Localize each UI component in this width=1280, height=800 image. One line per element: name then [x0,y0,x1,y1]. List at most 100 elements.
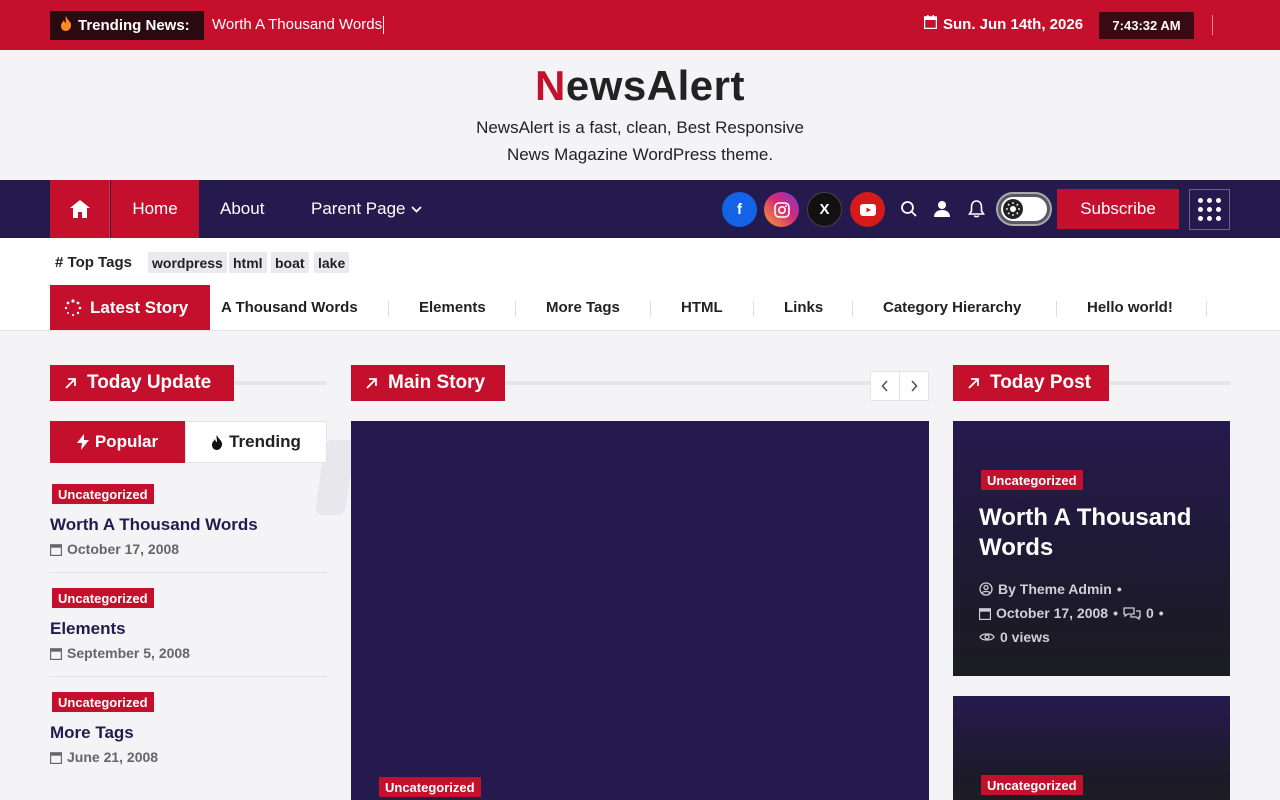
hash-icon: # [55,254,68,271]
category-badge[interactable]: Uncategorized [52,692,154,712]
tagline-line-2: News Magazine WordPress theme. [506,145,774,164]
trending-label-text: Trending News: [78,17,190,34]
comments-icon [1123,607,1141,620]
search-icon[interactable] [900,200,918,218]
nav-parent-label: Parent Page [311,199,406,218]
tag-link[interactable]: lake [314,252,350,273]
post-date-text: September 5, 2008 [67,645,190,661]
post-title-link[interactable]: Worth A Thousand Words [50,515,258,535]
home-icon-button[interactable] [50,180,110,238]
category-badge[interactable]: Uncategorized [52,588,154,608]
nav-home[interactable]: Home [111,180,199,238]
post-title-link[interactable]: Elements [50,619,126,639]
latest-story-ticker: A Thousand Words Elements More Tags HTML… [210,285,1280,330]
today-post-heading: Today Post [953,365,1109,401]
post-views: 0 views [979,629,1050,645]
post-author[interactable]: By Theme Admin • [979,581,1122,597]
category-badge[interactable]: Uncategorized [981,775,1083,795]
nav-about[interactable]: About [220,199,264,219]
arrow-up-right-icon [968,377,979,389]
ticker-divider [753,301,754,317]
tab-trending[interactable]: Trending [185,421,327,463]
latest-story-text: Latest Story [90,297,189,317]
logo-initial: N [535,62,566,109]
ticker-item[interactable]: Elements [419,299,486,316]
post-divider [50,572,327,573]
calendar-icon [50,647,62,660]
bell-icon[interactable] [968,200,986,218]
ticker-divider [650,301,651,317]
lightning-icon [76,434,89,450]
home-icon [69,200,90,218]
sun-icon [1003,199,1023,219]
post-meta-row: October 17, 2008 • 0 • [979,605,1164,621]
chevron-left-icon [881,380,888,392]
meta-dot: • [1116,581,1122,597]
today-post-text: Today Post [990,372,1091,393]
slider-next-button[interactable] [899,371,929,401]
x-twitter-button[interactable]: X [807,192,842,227]
ticker-divider [515,301,516,317]
tag-link[interactable]: wordpress [148,252,227,273]
eye-icon [979,633,995,641]
tab-popular[interactable]: Popular [50,421,185,463]
facebook-icon: f [737,201,742,218]
category-badge[interactable]: Uncategorized [379,777,481,797]
views-text: 0 views [1000,629,1050,645]
ticker-divider [852,301,853,317]
comments-count[interactable]: 0 [1146,605,1154,621]
subscribe-button[interactable]: Subscribe [1057,189,1179,229]
calendar-icon [979,607,991,620]
site-logo[interactable]: NewsAlert [0,62,1280,110]
post-title-link[interactable]: More Tags [50,723,134,743]
date-text: October 17, 2008 [996,605,1109,621]
author-text: By Theme Admin [998,581,1112,597]
tab-popular-label: Popular [94,432,159,451]
slider-prev-button[interactable] [870,371,900,401]
ticker-divider [388,301,389,317]
main-story-heading: Main Story [351,365,505,401]
tags-bar: # Top Tags wordpress html boat lake Late… [0,238,1280,331]
chevron-down-icon [410,205,422,213]
post-date: October 17, 2008 [50,541,179,557]
latest-story-label: Latest Story [50,285,210,330]
section-line [505,381,870,385]
current-date: Sun. Jun 14th, 2026 [923,15,1083,33]
apps-grid-icon[interactable] [1189,189,1230,230]
ticker-item[interactable]: HTML [681,299,723,316]
flame-icon [212,434,223,450]
ticker-item[interactable]: Links [784,299,823,316]
tag-link[interactable]: html [229,252,267,273]
tab-trending-label: Trending [229,432,301,451]
instagram-icon [773,201,790,218]
ticker-item[interactable]: Category Hierarchy [883,299,1021,316]
top-bar: Trending News: Worth A Thousand Words Su… [0,0,1280,50]
instagram-button[interactable] [764,192,799,227]
site-tagline: NewsAlert is a fast, clean, Best Respons… [460,114,820,168]
post-date-text: June 21, 2008 [67,749,159,765]
tag-link[interactable]: boat [271,252,309,273]
facebook-button[interactable]: f [722,192,757,227]
user-icon[interactable] [933,200,951,218]
trending-headline-link[interactable]: Worth A Thousand Words [212,16,385,34]
ticker-divider [1206,301,1207,317]
card-title-link[interactable]: Worth A Thousand Words [979,503,1209,563]
section-line [1109,381,1230,385]
youtube-button[interactable] [850,192,885,227]
top-tags-text: Top Tags [67,254,132,271]
arrow-up-right-icon [366,377,377,389]
user-circle-icon [979,582,993,596]
ticker-item[interactable]: Hello world! [1087,299,1173,316]
clock: 7:43:32 AM [1099,12,1194,39]
loading-spinner-icon [64,298,82,316]
category-badge[interactable]: Uncategorized [981,470,1083,490]
main-story-image[interactable] [351,421,929,800]
post-divider [50,676,327,677]
ticker-item[interactable]: More Tags [546,299,620,316]
youtube-icon [859,203,876,216]
ticker-item[interactable]: A Thousand Words [221,299,358,316]
category-badge[interactable]: Uncategorized [52,484,154,504]
x-icon: X [819,201,830,218]
nav-parent-page[interactable]: Parent Page [311,199,422,219]
flame-icon [60,16,72,35]
